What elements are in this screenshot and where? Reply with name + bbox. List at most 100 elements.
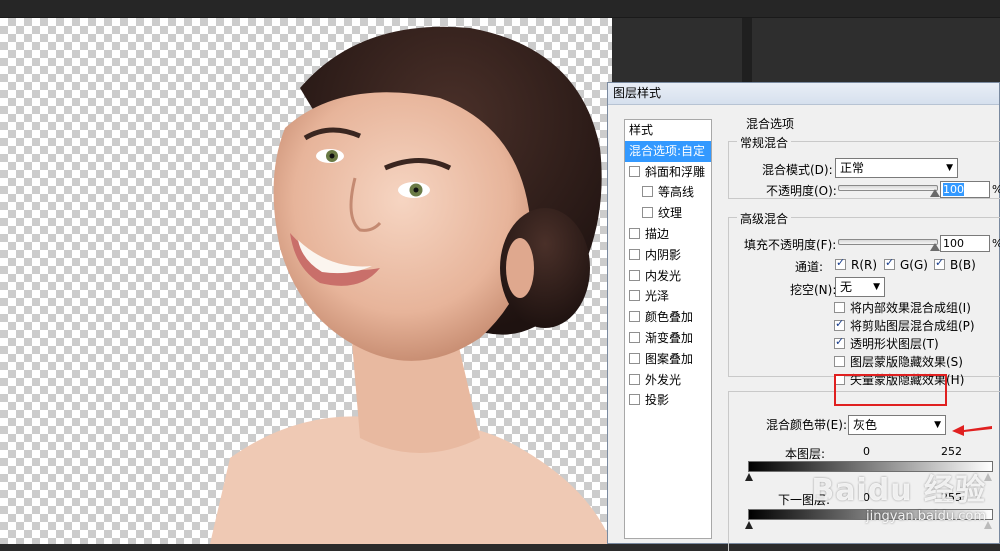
style-item-label: 颜色叠加 [645, 310, 693, 324]
channels-label: 通道: [795, 258, 823, 275]
chevron-down-icon: ▼ [873, 278, 880, 296]
style-item-label: 样式 [629, 123, 653, 137]
style-item[interactable]: 光泽 [625, 286, 711, 307]
style-item-checkbox[interactable] [629, 353, 640, 364]
style-item-checkbox[interactable] [629, 270, 640, 281]
advanced-option-checkbox[interactable] [834, 338, 845, 349]
channel-r-checkbox[interactable] [835, 259, 846, 270]
style-item-checkbox[interactable] [629, 166, 640, 177]
style-item-label: 渐变叠加 [645, 331, 693, 345]
this-layer-low: 0 [863, 445, 870, 458]
section-title: 混合选项 [746, 115, 794, 132]
highlight-box [834, 374, 947, 406]
channel-r[interactable]: R(R) [835, 258, 877, 272]
blend-mode-select[interactable]: 正常 ▼ [835, 158, 958, 178]
fill-opacity-input[interactable]: 100 [940, 235, 990, 252]
style-item[interactable]: 内阴影 [625, 245, 711, 266]
style-item-checkbox[interactable] [629, 374, 640, 385]
style-item[interactable]: 混合选项:自定 [625, 141, 711, 162]
advanced-option-checkbox[interactable] [834, 320, 845, 331]
blend-mode-label: 混合模式(D): [762, 161, 833, 178]
style-item-label: 内发光 [645, 269, 681, 283]
fill-opacity-slider-thumb[interactable] [930, 243, 940, 251]
blend-if-value: 灰色 [853, 418, 877, 432]
opacity-slider[interactable] [838, 185, 938, 191]
advanced-option-checkbox[interactable] [834, 356, 845, 367]
fill-opacity-slider[interactable] [838, 239, 938, 245]
baidu-logo: Baidu 经验 [811, 465, 986, 509]
blend-if-label: 混合颜色带(E): [766, 416, 847, 433]
opacity-input[interactable]: 100 [940, 181, 990, 198]
style-item[interactable]: 渐变叠加 [625, 328, 711, 349]
portrait-photo [0, 18, 612, 544]
style-item[interactable]: 颜色叠加 [625, 307, 711, 328]
style-item[interactable]: 斜面和浮雕 [625, 162, 711, 183]
chevron-down-icon: ▼ [946, 159, 953, 177]
channel-b-checkbox[interactable] [934, 259, 945, 270]
advanced-option[interactable]: 图层蒙版隐藏效果(S) [834, 353, 963, 370]
style-item[interactable]: 纹理 [625, 203, 711, 224]
advanced-option-label: 图层蒙版隐藏效果(S) [850, 355, 963, 369]
style-item-checkbox[interactable] [642, 186, 653, 197]
general-blending-legend: 常规混合 [737, 134, 791, 151]
channel-g-checkbox[interactable] [884, 259, 895, 270]
advanced-option[interactable]: 透明形状图层(T) [834, 335, 939, 352]
style-item-label: 图案叠加 [645, 352, 693, 366]
this-layer-black-slider[interactable] [745, 473, 753, 481]
advanced-option-label: 透明形状图层(T) [850, 337, 939, 351]
style-item[interactable]: 描边 [625, 224, 711, 245]
fill-opacity-unit: % [992, 237, 1000, 250]
advanced-option-label: 将剪贴图层混合成组(P) [850, 319, 975, 333]
advanced-blending-legend: 高级混合 [737, 210, 791, 227]
channel-g[interactable]: G(G) [884, 258, 928, 272]
style-item-label: 斜面和浮雕 [645, 165, 705, 179]
knockout-label: 挖空(N): [790, 281, 836, 298]
chevron-down-icon: ▼ [934, 416, 941, 434]
advanced-option[interactable]: 将剪贴图层混合成组(P) [834, 317, 975, 334]
style-item-label: 投影 [645, 393, 669, 407]
this-layer-label: 本图层: [785, 445, 825, 462]
style-item-label: 等高线 [658, 185, 694, 199]
style-item[interactable]: 投影 [625, 390, 711, 411]
blend-mode-value: 正常 [840, 161, 864, 175]
style-item-label: 内阴影 [645, 248, 681, 262]
style-item[interactable]: 图案叠加 [625, 349, 711, 370]
baidu-watermark: Baidu 经验 jingyan.baidu.com [811, 465, 986, 524]
channel-b[interactable]: B(B) [934, 258, 976, 272]
dark-panel [612, 18, 1000, 82]
knockout-select[interactable]: 无 ▼ [835, 277, 885, 297]
opacity-label: 不透明度(O): [766, 182, 837, 199]
knockout-value: 无 [840, 280, 852, 294]
style-item[interactable]: 内发光 [625, 266, 711, 287]
underlying-layer-black-slider[interactable] [745, 521, 753, 529]
style-item-checkbox[interactable] [629, 228, 640, 239]
style-item-checkbox[interactable] [629, 332, 640, 343]
red-arrow-icon [952, 423, 992, 437]
style-item[interactable]: 样式 [625, 120, 711, 141]
style-item-label: 外发光 [645, 373, 681, 387]
document-canvas[interactable] [0, 18, 612, 544]
style-item-checkbox[interactable] [629, 394, 640, 405]
style-item-label: 光泽 [645, 289, 669, 303]
style-item-checkbox[interactable] [629, 290, 640, 301]
advanced-option[interactable]: 将内部效果混合成组(I) [834, 299, 971, 316]
style-item-checkbox[interactable] [629, 311, 640, 322]
this-layer-high: 252 [941, 445, 962, 458]
dialog-title: 图层样式 [608, 83, 999, 105]
style-item-checkbox[interactable] [642, 207, 653, 218]
style-item-label: 混合选项:自定 [629, 144, 705, 158]
watermark-url: jingyan.baidu.com [811, 509, 986, 524]
opacity-slider-thumb[interactable] [930, 189, 940, 197]
panel-divider [742, 18, 752, 82]
style-item-label: 纹理 [658, 206, 682, 220]
fill-opacity-label: 填充不透明度(F): [744, 236, 836, 253]
style-item-label: 描边 [645, 227, 669, 241]
style-item-checkbox[interactable] [629, 249, 640, 260]
advanced-option-label: 将内部效果混合成组(I) [850, 301, 971, 315]
blend-if-select[interactable]: 灰色 ▼ [848, 415, 946, 435]
advanced-option-checkbox[interactable] [834, 302, 845, 313]
top-bar [0, 0, 1000, 18]
style-item[interactable]: 等高线 [625, 182, 711, 203]
style-item[interactable]: 外发光 [625, 370, 711, 391]
styles-list: 样式混合选项:自定斜面和浮雕等高线纹理描边内阴影内发光光泽颜色叠加渐变叠加图案叠… [624, 119, 712, 539]
